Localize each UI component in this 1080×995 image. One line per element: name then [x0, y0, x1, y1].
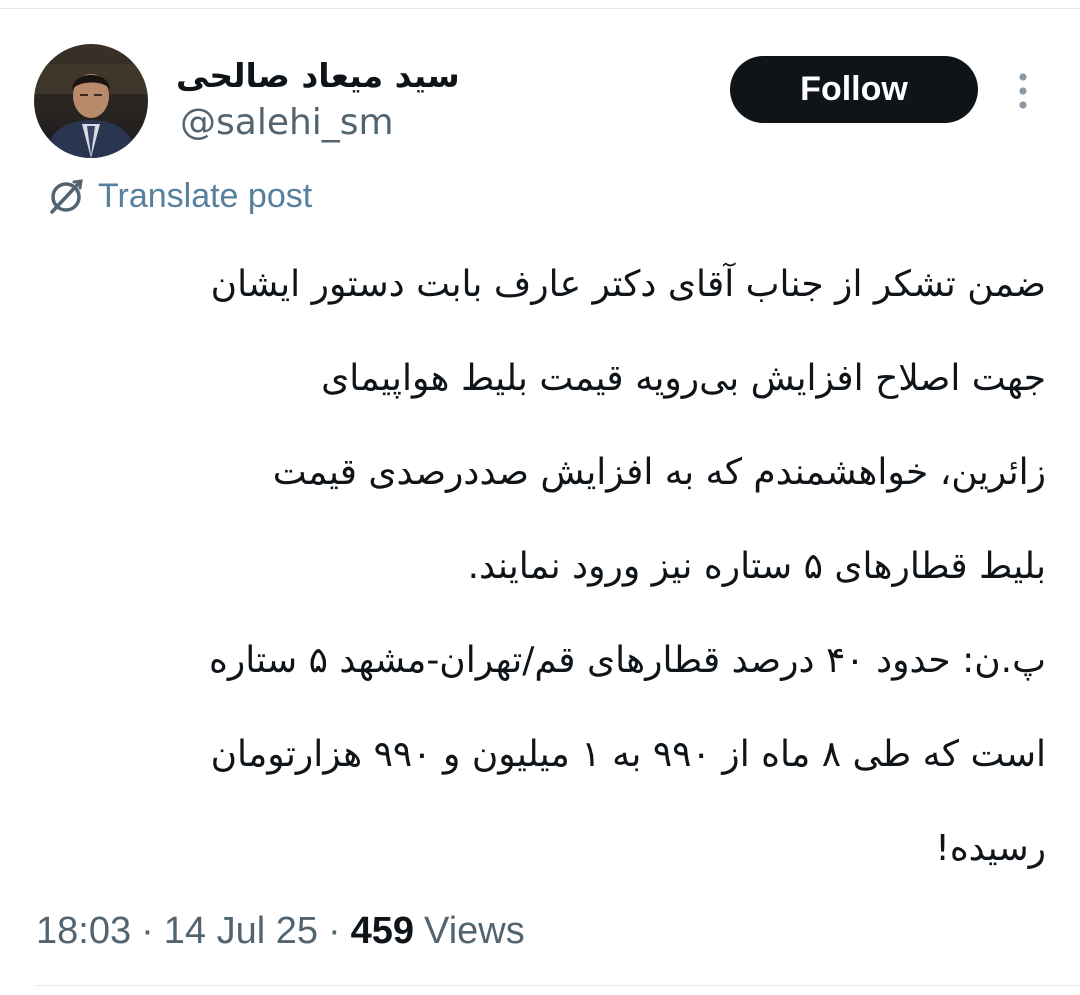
views-label[interactable]: Views	[424, 910, 525, 953]
post-line: بلیط قطارهای ۵ ستاره نیز ورود نمایند.	[467, 546, 1046, 587]
translate-post-link[interactable]: Translate post	[44, 172, 312, 220]
bottom-divider	[36, 985, 1080, 986]
more-vertical-icon[interactable]	[1010, 70, 1036, 112]
translate-globe-icon	[50, 179, 83, 214]
post-line: پ.ن: حدود ۴۰ درصد قطارهای قم/تهران-مشهد …	[208, 640, 1046, 681]
post-date[interactable]: 14 Jul 25	[164, 910, 318, 953]
post-meta: 18:03 · 14 Jul 25 · 459 Views	[36, 903, 525, 959]
translate-post-label: Translate post	[98, 176, 313, 215]
meta-separator: ·	[141, 909, 154, 952]
follow-button[interactable]: Follow	[730, 56, 978, 123]
post-text: ضمن تشکر از جناب آقای دکتر عارف بابت دست…	[36, 238, 1046, 896]
author-handle[interactable]: @salehi_sm	[180, 100, 394, 146]
meta-separator: ·	[327, 909, 341, 952]
post-line: ضمن تشکر از جناب آقای دکتر عارف بابت دست…	[210, 264, 1046, 305]
post-line: زائرین، خواهشمندم که به افزایش صددرصدی ق…	[272, 452, 1046, 493]
post-time[interactable]: 18:03	[36, 910, 131, 953]
post-line: است که طی ۸ ماه از ۹۹۰ به ۱ میلیون و ۹۹۰…	[210, 734, 1046, 775]
top-divider	[0, 0, 1080, 9]
avatar[interactable]	[34, 44, 148, 158]
post-line: جهت اصلاح افزایش بی‌رویه قیمت بلیط هواپی…	[321, 358, 1046, 399]
author-display-name[interactable]: سید میعاد صالحی	[176, 52, 476, 100]
views-count[interactable]: 459	[351, 910, 414, 953]
post-line: رسیده!	[935, 828, 1046, 869]
